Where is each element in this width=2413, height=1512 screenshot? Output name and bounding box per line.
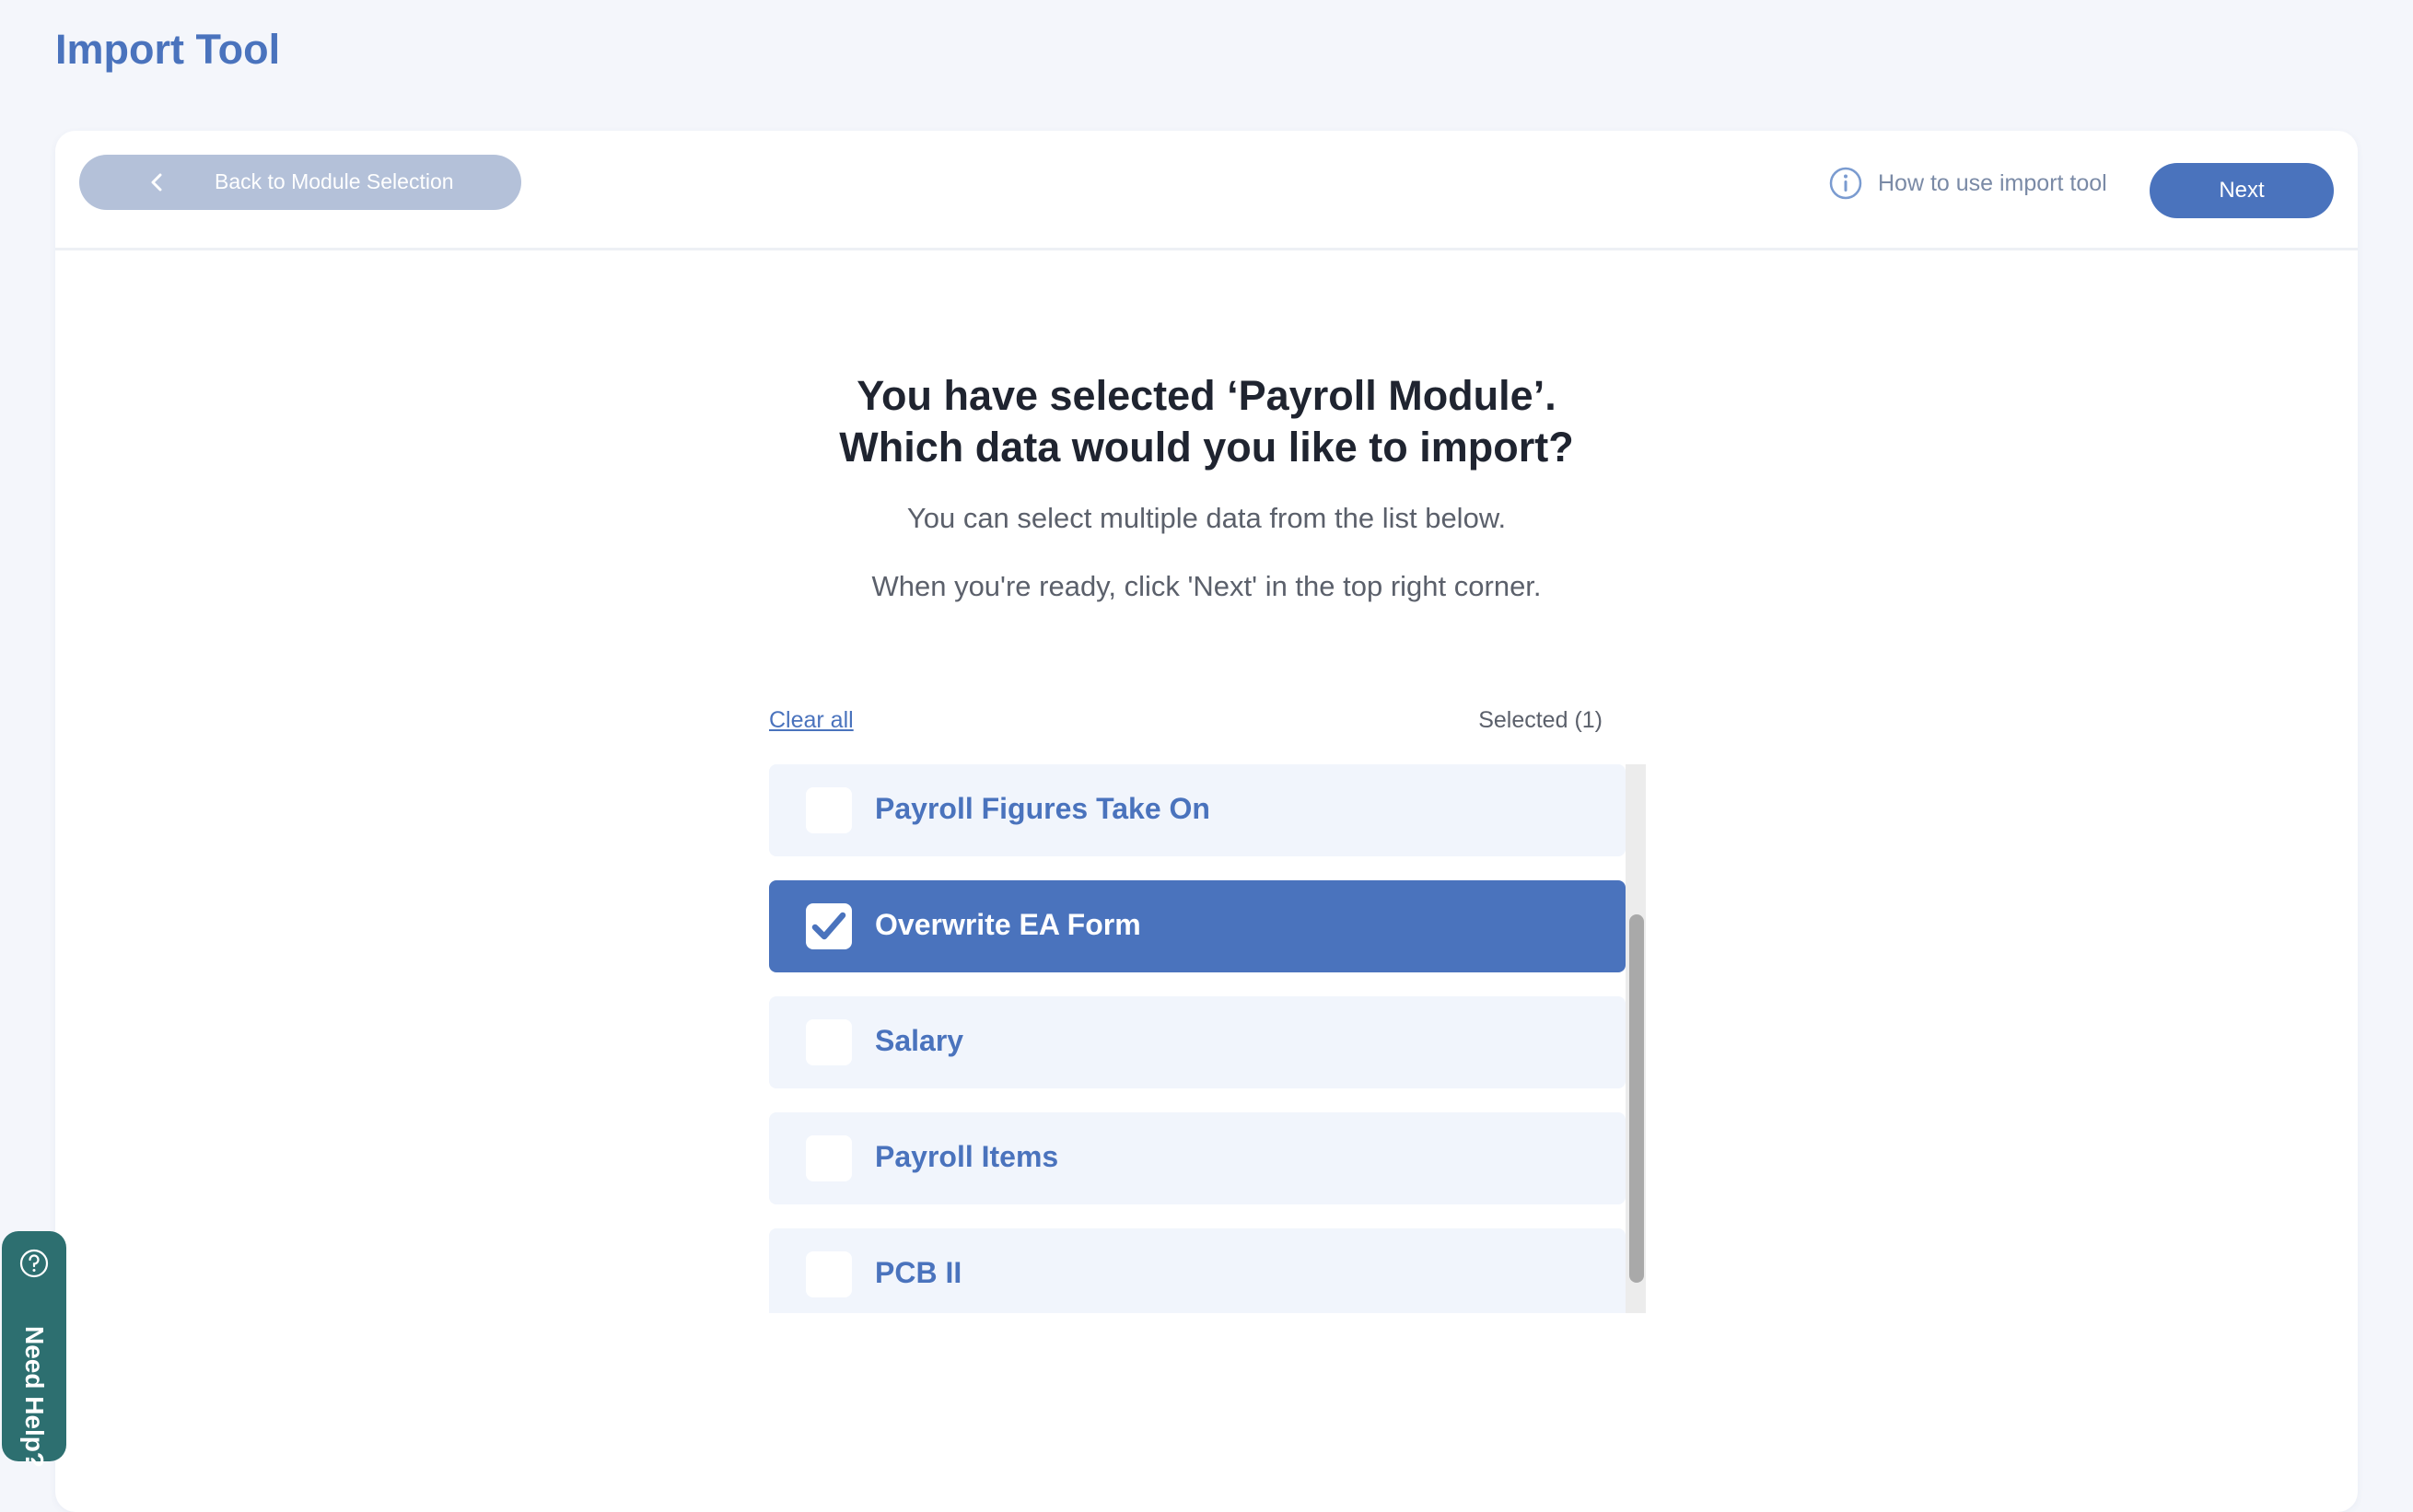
toolbar: Back to Module Selection How to use impo…: [55, 131, 2358, 250]
list-item-salary[interactable]: Salary: [769, 996, 1626, 1088]
checkmark-icon: [811, 912, 846, 940]
list-item-payroll-items[interactable]: Payroll Items: [769, 1112, 1626, 1204]
checkbox-checked[interactable]: [806, 903, 852, 949]
info-icon: [1829, 167, 1862, 200]
checkbox[interactable]: [806, 1251, 852, 1297]
list-item-payroll-figures-take-on[interactable]: Payroll Figures Take On: [769, 764, 1626, 856]
selected-count: Selected (1): [1478, 707, 1603, 733]
list-item-label: Overwrite EA Form: [875, 908, 1141, 941]
question-circle-icon: [19, 1249, 49, 1278]
clear-all-link[interactable]: Clear all: [769, 707, 854, 734]
list-scrollbar[interactable]: [1626, 764, 1646, 1313]
need-help-label: Need Help?: [20, 1325, 49, 1469]
list-item-label: Payroll Figures Take On: [875, 792, 1210, 825]
how-to-use-link[interactable]: How to use import tool: [1828, 166, 2107, 201]
heading-line-2: Which data would you like to import?: [839, 424, 1574, 471]
back-to-module-selection-button[interactable]: Back to Module Selection: [79, 155, 521, 210]
next-button[interactable]: Next: [2150, 163, 2334, 218]
list-item-overwrite-ea-form[interactable]: Overwrite EA Form: [769, 880, 1626, 972]
checkbox[interactable]: [806, 787, 852, 833]
instruction-text-1: You can select multiple data from the li…: [906, 502, 1507, 534]
page-title: Import Tool: [55, 26, 281, 73]
chevron-left-icon: [151, 173, 162, 192]
page-heading: You have selected ‘Payroll Module’. Whic…: [55, 370, 2358, 473]
list-item-label: Salary: [875, 1024, 964, 1057]
instruction-text-2: When you're ready, click 'Next' in the t…: [871, 570, 1542, 602]
heading-line-1: You have selected ‘Payroll Module’.: [857, 372, 1556, 419]
list-item-label: PCB II: [875, 1256, 962, 1289]
list-item-label: Payroll Items: [875, 1140, 1059, 1173]
checkbox[interactable]: [806, 1019, 852, 1065]
how-to-use-label: How to use import tool: [1878, 169, 2107, 196]
data-list: Payroll Figures Take On Overwrite EA For…: [769, 764, 1646, 1313]
import-card: Back to Module Selection How to use impo…: [55, 131, 2358, 1512]
checkbox[interactable]: [806, 1135, 852, 1181]
list-item-pcb-ii[interactable]: PCB II: [769, 1228, 1626, 1313]
need-help-button[interactable]: Need Help?: [2, 1231, 66, 1468]
back-button-label: Back to Module Selection: [215, 169, 454, 193]
scrollbar-thumb[interactable]: [1629, 914, 1644, 1283]
